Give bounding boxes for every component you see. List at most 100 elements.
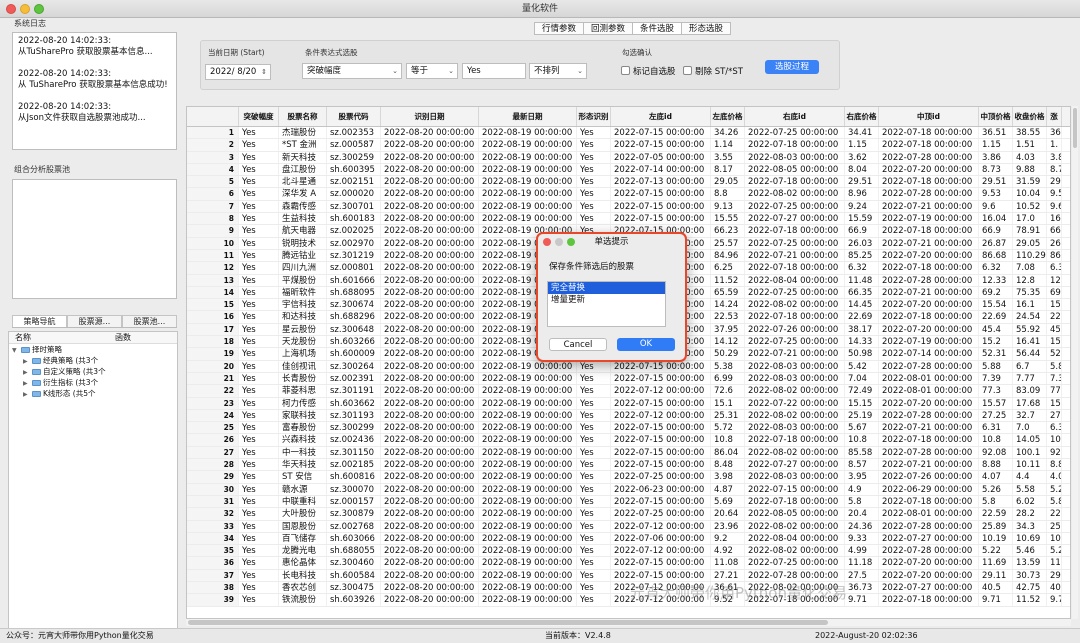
tree-item[interactable]: ▶ K线形态 (共5个 bbox=[9, 388, 177, 399]
table-cell: 2022-07-15 00:00:00 bbox=[611, 557, 711, 569]
table-cell: 7.0 bbox=[1013, 422, 1047, 434]
column-header[interactable] bbox=[187, 107, 239, 126]
tab-stock-pool[interactable]: 股票池... bbox=[122, 315, 177, 327]
field-select[interactable]: 突破幅度 ⌄ bbox=[302, 63, 402, 79]
table-cell: 2022-08-02 00:00:00 bbox=[745, 409, 845, 422]
table-row[interactable]: 29 Yes ST 安信 sh.600816 2022-08-20 00:00:00 20… bbox=[187, 471, 1070, 484]
column-header[interactable]: 右底价格 bbox=[845, 107, 879, 126]
option-full-replace[interactable]: 完全替换 bbox=[548, 282, 665, 294]
table-row[interactable]: 31 Yes 中联重科 sz.000157 2022-08-20 00:00:00 202… bbox=[187, 495, 1070, 509]
table-row[interactable]: 6 Yes 深华发 Asz.000020 2022-08-20 00:00:00 202… bbox=[187, 188, 1070, 201]
table-row[interactable]: 23 Yes 柯力传感 sh.603662 2022-08-20 00:00:00 202… bbox=[187, 397, 1070, 410]
mark-watchlist-checkbox[interactable]: 标记自选股 bbox=[621, 66, 676, 78]
combo-pool-box[interactable] bbox=[12, 179, 177, 299]
dialog-close-icon[interactable] bbox=[543, 238, 551, 246]
tab-pattern-select[interactable]: 形态选股 bbox=[681, 22, 732, 35]
table-row[interactable]: 21 Yes 长青股份 sz.002391 2022-08-20 00:00:00 202… bbox=[187, 372, 1070, 386]
table-row[interactable]: 4 Yes 盘江股份 sh.600395 2022-08-20 00:00:00 2022… bbox=[187, 163, 1070, 177]
column-header[interactable]: 涨 bbox=[1047, 107, 1062, 126]
vertical-scrollbar[interactable] bbox=[1072, 106, 1078, 619]
row-number: 8 bbox=[187, 213, 239, 225]
table-row[interactable]: 26 Yes 兴森科技 sz.002436 2022-08-20 00:00:00 202… bbox=[187, 434, 1070, 447]
minimize-window-button[interactable] bbox=[20, 4, 30, 14]
tab-stock-source[interactable]: 股票源... bbox=[67, 315, 122, 327]
value-input[interactable]: Yes bbox=[462, 63, 526, 79]
table-cell: 26.03 bbox=[845, 237, 879, 249]
horizontal-scrollbar[interactable] bbox=[186, 619, 1071, 626]
run-selection-button[interactable]: 选股过程 bbox=[765, 60, 819, 74]
column-header[interactable]: 收盘价格 bbox=[1013, 107, 1047, 126]
table-row[interactable]: 20 Yes 佳创视讯 sz.300264 2022-08-20 00:00:00 202… bbox=[187, 360, 1070, 373]
tree-item[interactable]: ▶ 衍生指标 (共3个 bbox=[9, 377, 177, 388]
tree-item[interactable]: ▶ 经典策略 (共3个 bbox=[9, 355, 177, 366]
table-cell: 福昕软件 bbox=[279, 286, 327, 299]
column-header[interactable]: 突破幅度 bbox=[239, 107, 279, 126]
expanded-arrow-icon[interactable]: ▼ bbox=[12, 345, 21, 356]
table-row[interactable]: 1 Yes 杰瑞股份 sz.002353 2022-08-20 00:00:00 2022… bbox=[187, 127, 1070, 140]
system-log[interactable]: 2022-08-20 14:02:33: 从TuSharePro 获取股票基本信… bbox=[12, 32, 177, 150]
collapsed-arrow-icon[interactable]: ▶ bbox=[23, 389, 32, 400]
checkbox-icon[interactable] bbox=[621, 66, 630, 75]
column-header[interactable]: 左底id bbox=[611, 107, 711, 126]
tab-backtest-params[interactable]: 回测参数 bbox=[583, 22, 634, 35]
table-row[interactable]: 33 Yes 国恩股份 sz.002768 2022-08-20 00:00:00 202… bbox=[187, 520, 1070, 533]
column-header[interactable]: 股票名称 bbox=[279, 107, 327, 126]
column-header[interactable]: 右底id bbox=[745, 107, 845, 126]
dialog-zoom-icon[interactable] bbox=[567, 238, 575, 246]
scrollbar-thumb[interactable] bbox=[188, 620, 828, 625]
tree-item[interactable]: ▶ 自定义策略 (共3个 bbox=[9, 366, 177, 377]
dialog-option-list[interactable]: 完全替换 增量更新 bbox=[547, 281, 666, 327]
table-cell: 6.02 bbox=[1013, 495, 1047, 508]
close-window-button[interactable] bbox=[6, 4, 16, 14]
table-row[interactable]: 3 Yes 新天科技 sz.300259 2022-08-20 00:00:00 2022… bbox=[187, 151, 1070, 164]
table-row[interactable]: 2 Yes *ST 金洲 sz.000587 2022-08-20 00:00:00 20… bbox=[187, 139, 1070, 152]
table-row[interactable]: 34 Yes 百飞储存 sh.603066 2022-08-20 00:00:00 202… bbox=[187, 532, 1070, 546]
column-header[interactable]: 识别日期 bbox=[381, 107, 479, 126]
column-header[interactable]: 中顶id bbox=[879, 107, 979, 126]
table-cell: 26.87 bbox=[979, 237, 1013, 249]
tab-strategy-nav[interactable]: 策略导航 bbox=[12, 315, 67, 327]
table-row[interactable]: 7 Yes 森霸传感 sz.300701 2022-08-20 00:00:00 2022… bbox=[187, 200, 1070, 214]
option-incremental-update[interactable]: 增量更新 bbox=[548, 294, 665, 306]
operator-select[interactable]: 等于 ⌄ bbox=[406, 63, 458, 79]
table-row[interactable]: 27 Yes 中一科技 sz.301150 2022-08-20 00:00:00 202… bbox=[187, 446, 1070, 460]
table-row[interactable]: 24 Yes 家联科技 sz.301193 2022-08-20 00:00:00 202… bbox=[187, 409, 1070, 423]
table-row[interactable]: 22 Yes 菲菱科思 sz.301191 2022-08-20 00:00:00 202… bbox=[187, 385, 1070, 398]
table-row[interactable]: 28 Yes 华天科技 sz.002185 2022-08-20 00:00:00 202… bbox=[187, 459, 1070, 472]
scrollbar-thumb[interactable] bbox=[1073, 108, 1077, 148]
zoom-window-button[interactable] bbox=[34, 4, 44, 14]
table-cell: 42.75 bbox=[1013, 581, 1047, 594]
table-cell: sh.688296 bbox=[327, 311, 381, 323]
column-header[interactable]: 股票代码 bbox=[327, 107, 381, 126]
tab-market-params[interactable]: 行情参数 bbox=[534, 22, 585, 35]
table-row[interactable]: 8 Yes 生益科技 sh.600183 2022-08-20 00:00:00 2022… bbox=[187, 213, 1070, 226]
table-row[interactable]: 30 Yes 赣水源 sz.300070 2022-08-20 00:00:00 2022… bbox=[187, 483, 1070, 496]
table-row[interactable]: 38 Yes 香农芯创 sz.300475 2022-08-20 00:00:00 202… bbox=[187, 581, 1070, 595]
column-header[interactable]: 左底价格 bbox=[711, 107, 745, 126]
table-row[interactable]: 37 Yes 长电科技 sh.600584 2022-08-20 00:00:00 202… bbox=[187, 569, 1070, 582]
sort-select[interactable]: 不排列 ⌄ bbox=[529, 63, 587, 79]
stepper-icon[interactable]: ⇕ bbox=[261, 65, 267, 79]
table-row[interactable]: 25 Yes 富春股份 sz.300299 2022-08-20 00:00:00 202… bbox=[187, 422, 1070, 435]
results-table[interactable]: 突破幅度 股票名称 股票代码 识别日期 最新日期 形态识别 左底id 左底价格 右底id 右底价格… bbox=[186, 106, 1071, 619]
checkbox-icon[interactable] bbox=[683, 66, 692, 75]
column-header[interactable]: 最新日期 bbox=[479, 107, 577, 126]
column-header[interactable]: 形态识别 bbox=[577, 107, 611, 126]
date-picker[interactable]: 2022/ 8/20 ⇕ bbox=[205, 64, 271, 80]
table-cell: 86.68 bbox=[979, 249, 1013, 262]
table-cell: Yes bbox=[239, 336, 279, 348]
column-header[interactable]: 中顶价格 bbox=[979, 107, 1013, 126]
ok-button[interactable]: OK bbox=[617, 338, 675, 351]
table-row[interactable]: 36 Yes 惠伦晶体 sz.300460 2022-08-20 00:00:00 202… bbox=[187, 557, 1070, 570]
cancel-button[interactable]: Cancel bbox=[549, 338, 607, 351]
tab-condition-select[interactable]: 条件选股 bbox=[632, 22, 683, 35]
tree-root[interactable]: ▼ 择时策略 bbox=[9, 344, 177, 355]
table-row[interactable]: 39 Yes 铁流股份 sh.603926 2022-08-20 00:00:00 202… bbox=[187, 594, 1070, 607]
exclude-st-checkbox[interactable]: 剔除 ST/*ST bbox=[683, 66, 743, 78]
tree-item-label: 衍生指标 (共3个 bbox=[43, 378, 99, 387]
table-row[interactable]: 5 Yes 北斗星通 sz.002151 2022-08-20 00:00:00 2022… bbox=[187, 176, 1070, 189]
table-row[interactable]: 32 Yes 大叶股份 sz.300879 2022-08-20 00:00:00 202… bbox=[187, 508, 1070, 521]
strategy-tree[interactable]: 名称 函数 ▼ 择时策略 ▶ 经典策略 (共3个 ▶ 自定义策略 (共3个 ▶ 衍生指标… bbox=[8, 331, 178, 629]
table-cell: Yes bbox=[577, 176, 611, 188]
table-row[interactable]: 35 Yes 龙腾光电 sh.688055 2022-08-20 00:00:00 202… bbox=[187, 545, 1070, 558]
